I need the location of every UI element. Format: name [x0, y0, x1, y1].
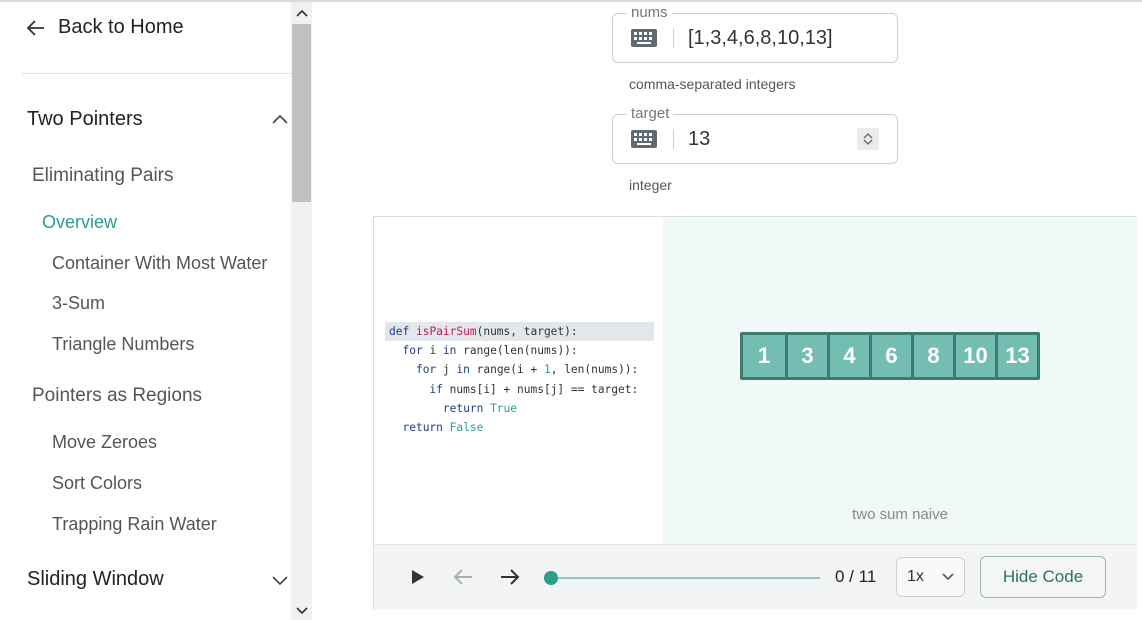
- nav-item-container-with-most-water[interactable]: Container With Most Water: [52, 253, 267, 274]
- sidebar: Back to Home Two Pointers Eliminating Pa…: [0, 2, 291, 620]
- scroll-down-arrow[interactable]: [291, 602, 312, 620]
- array-cell: 3: [785, 335, 827, 377]
- target-helper-text: integer: [629, 177, 672, 193]
- chevron-down-icon: [942, 573, 954, 581]
- play-icon: [412, 570, 424, 584]
- array-cell: 8: [911, 335, 953, 377]
- back-link-label: Back to Home: [58, 16, 184, 38]
- stepper-down-icon: [863, 139, 873, 145]
- code-block: def isPairSum(nums, target): for i in ra…: [385, 322, 654, 437]
- nav-item-3-sum[interactable]: 3-Sum: [52, 293, 105, 314]
- back-to-home-link[interactable]: Back to Home: [26, 16, 184, 39]
- code-line: def isPairSum(nums, target):: [385, 322, 654, 342]
- target-input[interactable]: 13: [688, 128, 857, 151]
- progress-slider[interactable]: [544, 571, 821, 585]
- keyboard-icon: [631, 130, 657, 148]
- chevron-up-icon: [295, 9, 308, 17]
- visualization-panel: 1 3 4 6 8 10 13 two sum naive: [663, 217, 1137, 544]
- code-line: return True: [442, 401, 518, 415]
- step-back-button[interactable]: [451, 565, 475, 589]
- section-two-pointers[interactable]: Two Pointers: [27, 108, 289, 131]
- sidebar-divider: [22, 73, 291, 74]
- code-line: return False: [402, 421, 484, 435]
- code-line: for i in range(len(nums)):: [402, 344, 578, 358]
- section-sliding-window[interactable]: Sliding Window: [27, 568, 289, 591]
- field-separator: [673, 129, 674, 149]
- array-cell: 4: [827, 335, 869, 377]
- arrow-right-icon: [501, 569, 520, 585]
- array-cell: 6: [869, 335, 911, 377]
- stepper-up-icon: [863, 133, 873, 139]
- nums-helper-text: comma-separated integers: [629, 76, 796, 92]
- keyboard-icon: [631, 29, 657, 47]
- nav-item-trapping-rain-water[interactable]: Trapping Rain Water: [52, 514, 217, 535]
- play-button[interactable]: [405, 565, 429, 589]
- nums-input[interactable]: [1,3,4,6,8,10,13]: [688, 27, 897, 50]
- target-field[interactable]: target 13: [612, 105, 898, 164]
- slider-thumb[interactable]: [544, 571, 558, 585]
- section-label: Sliding Window: [27, 568, 164, 590]
- nums-field[interactable]: nums [1,3,4,6,8,10,13]: [612, 4, 898, 63]
- group-title-pointers-as-regions: Pointers as Regions: [32, 385, 203, 406]
- speed-select[interactable]: 1x: [896, 557, 965, 597]
- field-separator: [673, 28, 674, 48]
- array-cell: 1: [743, 335, 785, 377]
- arrow-left-icon: [26, 19, 44, 36]
- section-label: Two Pointers: [27, 108, 143, 130]
- speed-value: 1x: [907, 568, 924, 585]
- array-cell: 10: [953, 335, 995, 377]
- target-label: target: [627, 105, 674, 122]
- playback-controls: 0 / 11 1x Hide Code: [374, 544, 1137, 609]
- array-cell: 13: [995, 335, 1037, 377]
- scroll-up-arrow[interactable]: [291, 4, 312, 22]
- group-title-eliminating-pairs: Eliminating Pairs: [32, 165, 174, 186]
- nav-item-sort-colors[interactable]: Sort Colors: [52, 473, 142, 494]
- step-forward-button[interactable]: [498, 565, 522, 589]
- sidebar-scrollbar[interactable]: [291, 2, 312, 620]
- code-line: for j in range(i + 1, len(nums)):: [415, 363, 639, 377]
- array-display: 1 3 4 6 8 10 13: [740, 332, 1040, 380]
- visualization-caption: two sum naive: [852, 506, 948, 523]
- number-stepper[interactable]: [857, 128, 879, 150]
- code-line: if nums[i] + nums[j] == target:: [429, 382, 639, 396]
- chevron-down-icon: [272, 575, 288, 585]
- hide-code-button[interactable]: Hide Code: [980, 556, 1106, 598]
- arrow-left-icon: [453, 569, 472, 585]
- nav-item-overview[interactable]: Overview: [42, 212, 117, 233]
- nav-item-move-zeroes[interactable]: Move Zeroes: [52, 432, 157, 453]
- code-panel: def isPairSum(nums, target): for i in ra…: [374, 217, 663, 544]
- scroll-thumb[interactable]: [292, 24, 311, 202]
- algorithm-visualizer: def isPairSum(nums, target): for i in ra…: [373, 216, 1137, 609]
- step-counter: 0 / 11: [835, 567, 877, 586]
- slider-track: [552, 577, 820, 579]
- nav-item-triangle-numbers[interactable]: Triangle Numbers: [52, 334, 194, 355]
- chevron-down-icon: [295, 607, 308, 615]
- chevron-up-icon: [272, 114, 288, 124]
- nums-label: nums: [627, 4, 672, 21]
